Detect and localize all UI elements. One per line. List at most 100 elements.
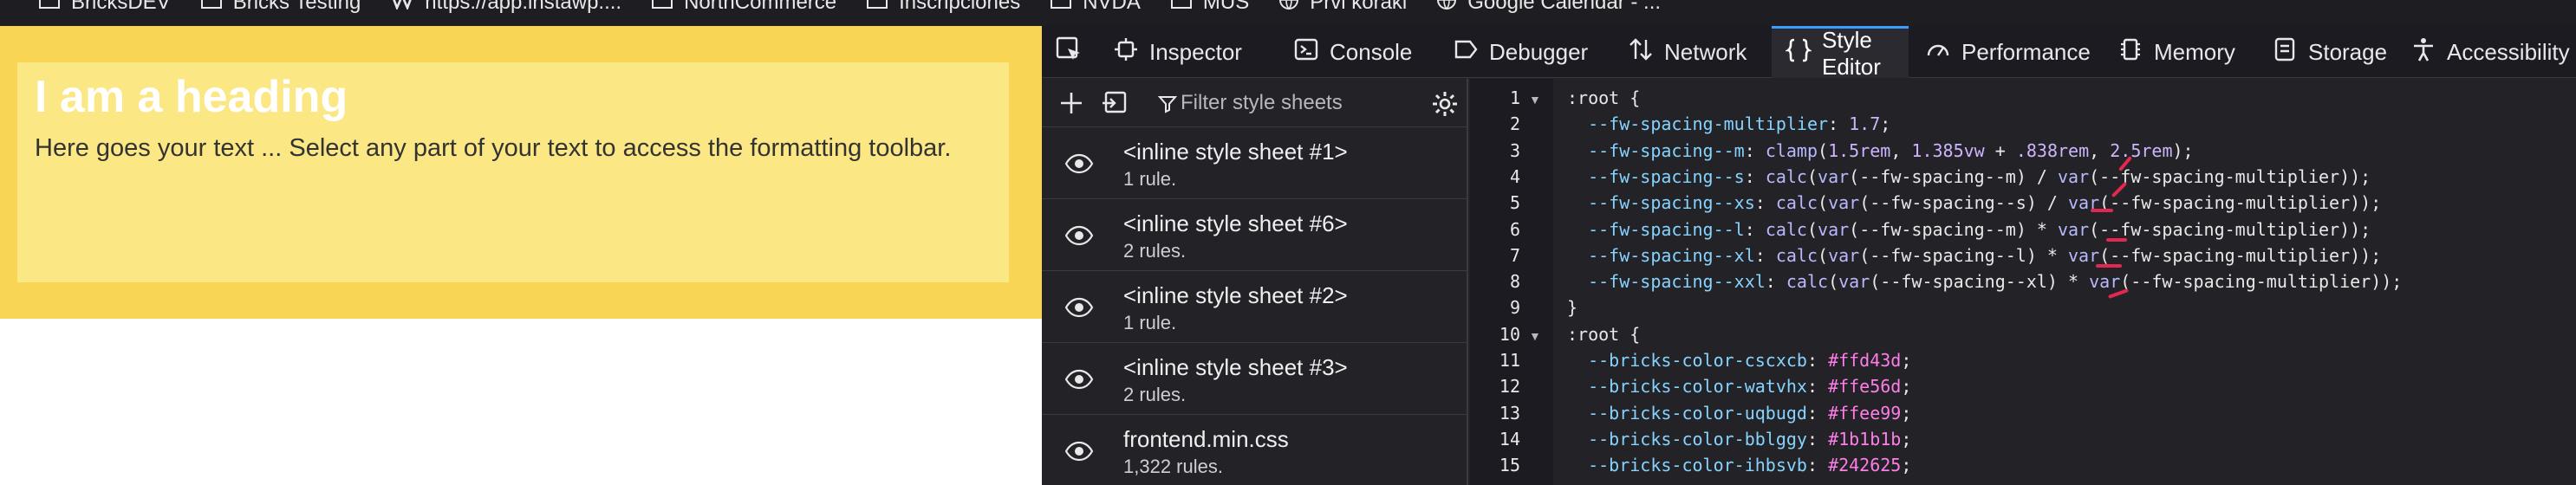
instawp-icon — [390, 0, 414, 16]
style-sheet-item[interactable]: <inline style sheet #2> 1 rule. — [1042, 272, 1467, 343]
eye-icon[interactable] — [1064, 366, 1094, 397]
gear-icon — [1433, 92, 1457, 116]
bricks-section[interactable]: I am a heading Here goes your text ... S… — [0, 26, 1042, 319]
style-sheet-item[interactable]: frontend.min.css 1,322 rules. — [1042, 416, 1467, 485]
tab-memory[interactable]: Memory — [2104, 26, 2251, 78]
folder-icon — [1170, 0, 1193, 16]
line-number: 12 — [1499, 376, 1520, 398]
bookmark-item[interactable]: Google Calendar - ... — [1436, 0, 1661, 16]
annotation-mark — [2091, 209, 2113, 212]
accessibility-icon — [2410, 36, 2436, 68]
tab-label: Network — [1664, 38, 1747, 65]
line-number: 15 — [1499, 455, 1520, 476]
eye-icon[interactable] — [1064, 294, 1094, 325]
devtools-tabbar: Inspector Console Debugger Network Style Edi… — [1042, 26, 2576, 80]
line-number: 9 — [1509, 297, 1520, 319]
bookmark-item[interactable]: BricksDEV — [38, 0, 171, 16]
tab-label: Performance — [1961, 38, 2091, 65]
line-number: 8 — [1509, 271, 1520, 293]
line-number: 11 — [1499, 350, 1520, 371]
tab-label: Inspector — [1149, 38, 1242, 65]
tab-network[interactable]: Network — [1614, 26, 1765, 78]
code-line: :root { — [1567, 87, 1641, 108]
tab-performance[interactable]: Performance — [1911, 26, 2097, 78]
code-line: --fw-spacing--xl: calc(var(--fw-spacing-… — [1588, 244, 2382, 266]
style-sheets-sidebar: <inline style sheet #1>1 rule.<inline st… — [1042, 79, 1468, 485]
tab-debugger[interactable]: Debugger — [1439, 26, 1605, 78]
bookmark-item[interactable]: Bricks Testing — [200, 0, 361, 16]
fold-toggle-icon[interactable]: ▼ — [1529, 93, 1541, 107]
code-line: --fw-spacing--xxl: calc(var(--fw-spacing… — [1588, 271, 2403, 293]
tab-label: Console — [1330, 38, 1413, 65]
folder-icon — [200, 0, 223, 16]
bookmark-item[interactable]: Prvi koraki — [1278, 0, 1407, 16]
style-sheet-name: <inline style sheet #3> — [1123, 354, 1348, 380]
code-line: } — [1567, 297, 1578, 319]
style-sheet-item[interactable]: <inline style sheet #3> 2 rules. — [1042, 344, 1467, 415]
line-number: 7 — [1509, 244, 1520, 266]
storage-icon — [2272, 36, 2298, 68]
inspector-icon — [1113, 36, 1139, 68]
bookmark-item[interactable]: NorthCommerce — [651, 0, 836, 16]
fold-toggle-icon[interactable]: ▼ — [1529, 329, 1541, 343]
bookmark-label: Google Calendar - ... — [1467, 0, 1662, 14]
code-line: --fw-spacing--xs: calc(var(--fw-spacing-… — [1588, 192, 2382, 214]
bookmark-label: Bricks Testing — [232, 0, 361, 14]
bookmark-label: NVDA — [1083, 0, 1141, 14]
bookmarks-bar: BricksDEV Bricks Testing https://app.insta… — [0, 0, 2576, 26]
code-line: --bricks-color-bblggy: #1b1b1b; — [1588, 428, 1912, 449]
style-sheet-rule-count: 1 rule. — [1123, 168, 1177, 190]
debugger-icon — [1453, 36, 1479, 68]
bookmark-label: NorthCommerce — [684, 0, 837, 14]
line-number: 4 — [1509, 165, 1520, 187]
tab-storage[interactable]: Storage — [2258, 26, 2390, 78]
style-editor-pane[interactable]: 1 ▼ 2 3 4 5 6 7 8 9 10 ▼ 11 12 13 14 15 :root { --fw-spa… — [1470, 79, 2576, 485]
globe-icon — [1278, 0, 1299, 16]
bookmark-label: Inscripciones — [899, 0, 1021, 14]
eye-icon[interactable] — [1064, 438, 1094, 469]
style-sheet-rule-count: 2 rules. — [1123, 384, 1187, 405]
filter-icon — [1157, 94, 1178, 118]
code-line: --fw-spacing--l: calc(var(--fw-spacing--… — [1588, 218, 2371, 240]
bookmark-item[interactable]: NVDA — [1050, 0, 1141, 16]
style-sheet-item[interactable]: <inline style sheet #6> 2 rules. — [1042, 200, 1467, 271]
line-number: 6 — [1509, 218, 1520, 240]
sidebar-toolbar — [1042, 79, 1467, 127]
bookmark-label: https://app.instawp.... — [425, 0, 622, 14]
tab-accessibility[interactable]: Accessibility — [2397, 26, 2576, 78]
bookmark-item[interactable]: MUS — [1170, 0, 1249, 16]
pick-element-button[interactable] — [1042, 26, 1094, 78]
folder-icon — [38, 0, 61, 16]
bookmark-item[interactable]: https://app.instawp.... — [390, 0, 621, 16]
tab-style-editor[interactable]: Style Editor — [1772, 26, 1909, 80]
tab-inspector[interactable]: Inspector — [1099, 26, 1272, 78]
style-sheet-rule-count: 1,322 rules. — [1123, 456, 1223, 477]
bookmark-label: MUS — [1202, 0, 1250, 14]
pick-element-icon — [1054, 35, 1083, 70]
style-sheet-name: <inline style sheet #1> — [1123, 139, 1348, 165]
style-sheet-name: <inline style sheet #2> — [1123, 282, 1348, 308]
page-text[interactable]: Here goes your text ... Select any part … — [35, 126, 971, 171]
import-stylesheet-button[interactable] — [1101, 89, 1129, 121]
folder-icon — [651, 0, 673, 16]
line-number: 2 — [1509, 113, 1520, 135]
tab-label: Style Editor — [1822, 26, 1881, 80]
code-line: --bricks-color-watvhx: #ffe56d; — [1588, 376, 1912, 398]
line-number: 3 — [1509, 139, 1520, 161]
page-heading[interactable]: I am a heading — [35, 71, 348, 123]
settings-button[interactable] — [1430, 89, 1460, 123]
eye-icon[interactable] — [1064, 151, 1094, 181]
tab-console[interactable]: Console — [1279, 26, 1432, 78]
line-number-gutter: 1 ▼ 2 3 4 5 6 7 8 9 10 ▼ 11 12 13 14 15 — [1470, 79, 1553, 485]
code-line: :root { — [1567, 323, 1641, 345]
line-number: 14 — [1499, 428, 1520, 449]
tab-label: Memory — [2154, 38, 2235, 65]
filter-style-sheets-input[interactable] — [1181, 86, 1441, 120]
braces-icon — [1784, 37, 1813, 69]
eye-icon[interactable] — [1064, 223, 1094, 253]
new-stylesheet-button[interactable] — [1057, 89, 1085, 121]
style-sheet-name: <inline style sheet #6> — [1123, 210, 1348, 236]
style-sheet-item[interactable]: <inline style sheet #1> 1 rule. — [1042, 128, 1467, 199]
import-icon — [1103, 91, 1127, 113]
bookmark-item[interactable]: Inscripciones — [866, 0, 1020, 16]
